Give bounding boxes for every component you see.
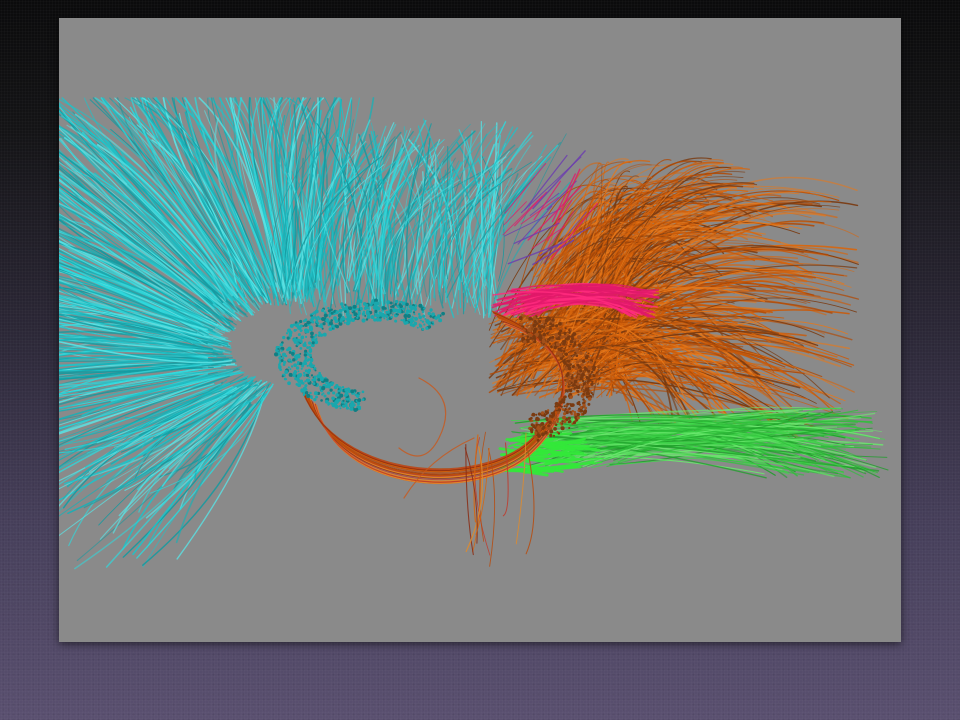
cyan-fiber-bundle (59, 97, 571, 570)
tractography-figure (59, 18, 901, 642)
cyan-fiber-endpoints (273, 298, 445, 412)
slide-background (0, 0, 960, 720)
fiber-tract-image (59, 97, 889, 570)
